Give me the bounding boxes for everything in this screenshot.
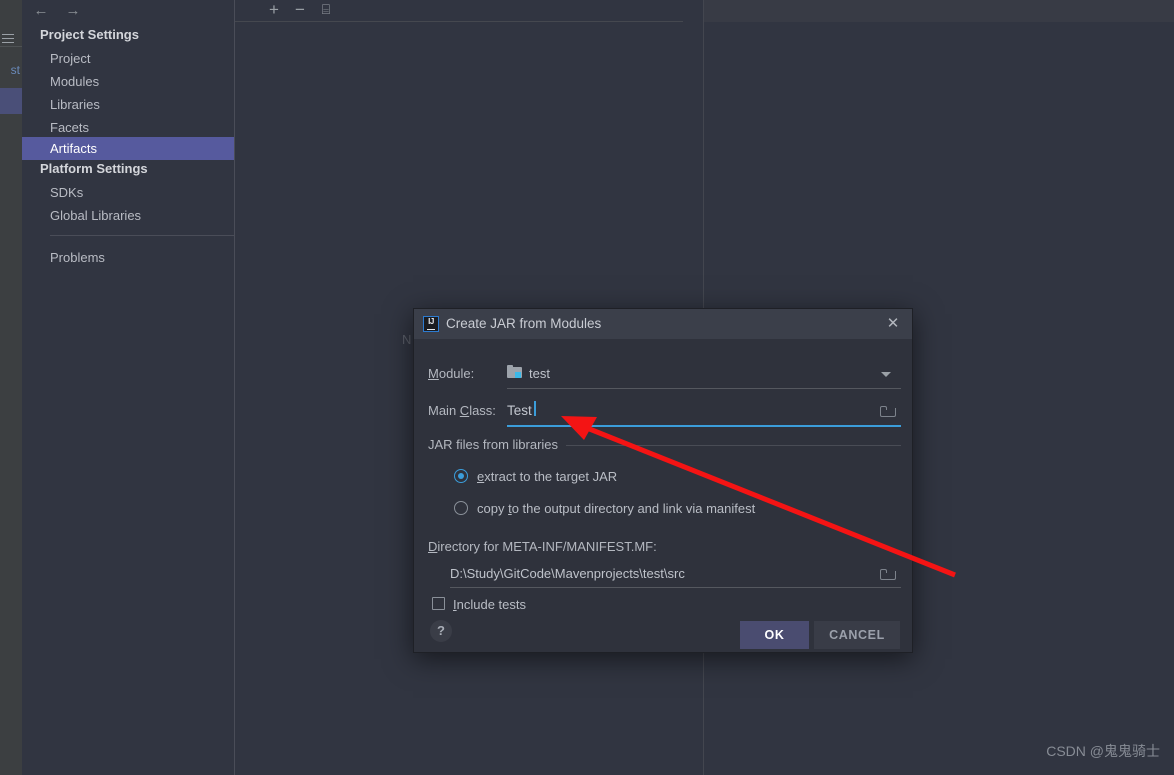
artifacts-toolbar: + − ⌸ bbox=[235, 0, 683, 22]
settings-navigation-bar: ← → bbox=[22, 0, 234, 22]
sidebar-group-project-settings: Project Settings bbox=[40, 27, 139, 42]
text-caret bbox=[534, 401, 536, 416]
main-class-browse-icon[interactable] bbox=[880, 404, 896, 417]
manifest-label-accel: D bbox=[428, 539, 438, 554]
radio-extract-to-target-jar[interactable] bbox=[454, 469, 468, 483]
module-label-accel: M bbox=[428, 366, 439, 381]
intellij-logo-icon: IJ bbox=[423, 316, 439, 332]
ok-button[interactable]: OK bbox=[740, 621, 809, 649]
manifest-browse-icon[interactable] bbox=[880, 567, 896, 580]
dialog-body: Module: test Main Class: Test JAR files … bbox=[414, 339, 912, 652]
sidebar-item-global-libraries[interactable]: Global Libraries bbox=[22, 204, 234, 227]
radio-extract-text: xtract to the target JAR bbox=[484, 469, 618, 484]
add-artifact-button[interactable]: + bbox=[263, 0, 285, 20]
manifest-field-underline bbox=[450, 587, 901, 588]
radio-copy-to-output-directory[interactable] bbox=[454, 501, 468, 515]
arrow-left-icon[interactable]: ← bbox=[28, 0, 54, 22]
intellij-logo-text: IJ bbox=[428, 317, 434, 326]
arrow-right-icon[interactable]: → bbox=[60, 0, 86, 22]
include-tests-text: nclude tests bbox=[456, 597, 526, 612]
sidebar-item-artifacts[interactable]: Artifacts bbox=[22, 137, 234, 160]
sidebar-item-project[interactable]: Project bbox=[22, 47, 234, 70]
background-window-divider bbox=[0, 46, 22, 47]
radio-copy-label[interactable]: copy to the output directory and link vi… bbox=[477, 500, 755, 517]
copy-artifact-button[interactable]: ⌸ bbox=[315, 0, 337, 20]
main-class-field-underline bbox=[507, 425, 901, 427]
main-class-input[interactable]: Test bbox=[507, 402, 532, 419]
background-ide-window: st bbox=[0, 0, 22, 775]
screen: st ← → Project Settings Project Modules … bbox=[0, 0, 1174, 775]
main-class-label: Main Class: bbox=[428, 402, 496, 419]
jar-libraries-group-label: JAR files from libraries bbox=[428, 437, 559, 452]
main-class-label-accel: C bbox=[459, 403, 470, 418]
sidebar-item-facets[interactable]: Facets bbox=[22, 116, 234, 139]
create-jar-dialog: IJ Create JAR from Modules ✕ Module: tes… bbox=[413, 308, 913, 653]
include-tests-checkbox[interactable] bbox=[432, 597, 445, 610]
watermark: CSDN @鬼鬼骑士 bbox=[1046, 743, 1160, 759]
main-class-label-tail: lass: bbox=[469, 403, 496, 418]
sidebar-item-sdks[interactable]: SDKs bbox=[22, 181, 234, 204]
module-value[interactable]: test bbox=[529, 365, 550, 382]
chevron-down-icon[interactable] bbox=[881, 372, 891, 377]
sidebar-separator bbox=[50, 235, 234, 236]
sidebar-item-modules[interactable]: Modules bbox=[22, 70, 234, 93]
artifact-detail-header bbox=[704, 0, 1174, 22]
help-button[interactable]: ? bbox=[430, 620, 452, 642]
radio-extract-label[interactable]: extract to the target JAR bbox=[477, 468, 617, 485]
manifest-label-rest: irectory for META-INF/MANIFEST.MF: bbox=[437, 539, 657, 554]
background-obscured-text: N bbox=[402, 332, 412, 347]
remove-artifact-button[interactable]: − bbox=[289, 0, 311, 20]
dialog-title: Create JAR from Modules bbox=[446, 316, 602, 331]
dialog-titlebar: IJ Create JAR from Modules ✕ bbox=[414, 309, 912, 339]
sidebar-group-platform-settings: Platform Settings bbox=[40, 161, 148, 176]
radio-copy-pre: copy bbox=[477, 501, 509, 516]
module-field-underline bbox=[507, 388, 901, 389]
module-folder-icon bbox=[507, 365, 522, 378]
sidebar-item-problems[interactable]: Problems bbox=[22, 246, 234, 269]
include-tests-label[interactable]: Include tests bbox=[453, 596, 526, 613]
cancel-button[interactable]: CANCEL bbox=[814, 621, 900, 649]
radio-copy-text: o the output directory and link via mani… bbox=[511, 501, 756, 516]
close-icon[interactable]: ✕ bbox=[884, 315, 902, 333]
jar-libraries-group-line bbox=[566, 445, 901, 446]
main-class-label-head: Main bbox=[428, 403, 460, 418]
settings-sidebar: Project Settings Project Modules Librari… bbox=[22, 22, 234, 775]
module-label: Module: bbox=[428, 365, 474, 382]
background-window-selection bbox=[0, 88, 22, 114]
module-label-rest: odule: bbox=[438, 366, 475, 381]
toolbar-underline bbox=[235, 21, 683, 22]
sidebar-item-libraries[interactable]: Libraries bbox=[22, 93, 234, 116]
background-window-text: st bbox=[10, 63, 20, 77]
manifest-path-input[interactable]: D:\Study\GitCode\Mavenprojects\test\src bbox=[450, 565, 685, 582]
menu-icon[interactable] bbox=[2, 34, 14, 44]
manifest-directory-label: Directory for META-INF/MANIFEST.MF: bbox=[428, 538, 657, 555]
